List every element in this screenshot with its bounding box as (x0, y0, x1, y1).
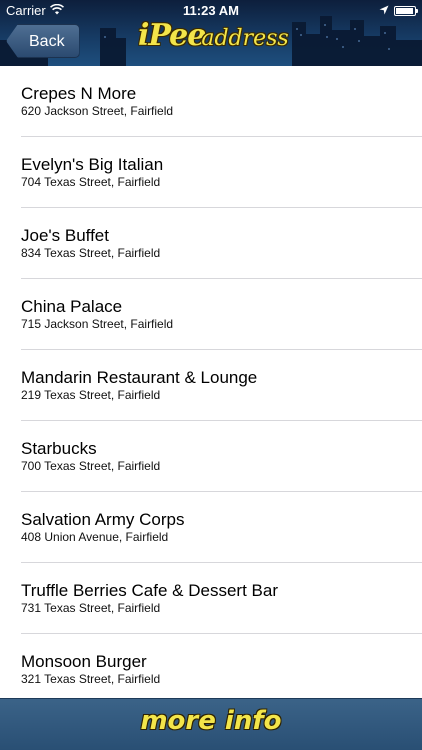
place-address: 620 Jackson Street, Fairfield (21, 104, 174, 118)
nav-header: Carrier 11:23 AM Back iPeeaddress (0, 0, 422, 66)
logo-main-text: iPee (138, 18, 206, 53)
place-name: Starbucks (21, 439, 97, 458)
place-name: Truffle Berries Cafe & Dessert Bar (21, 581, 278, 600)
place-name: Monsoon Burger (21, 652, 147, 671)
footer-bar: more info (0, 698, 422, 750)
back-button[interactable]: Back (6, 24, 80, 58)
place-name: Evelyn's Big Italian (21, 155, 164, 174)
screen: Carrier 11:23 AM Back iPeeaddress Crepes… (0, 0, 422, 750)
list-item[interactable]: Truffle Berries Cafe & Dessert Bar 731 T… (0, 563, 422, 634)
place-address: 408 Union Avenue, Fairfield (21, 530, 169, 544)
status-right-group (379, 3, 418, 18)
place-address: 219 Texas Street, Fairfield (21, 388, 161, 402)
places-list: Crepes N More 620 Jackson Street, Fairfi… (0, 66, 422, 698)
logo-sub-text: address (201, 26, 289, 51)
list-item[interactable]: Crepes N More 620 Jackson Street, Fairfi… (0, 66, 422, 137)
list-item[interactable]: China Palace 715 Jackson Street, Fairfie… (0, 279, 422, 350)
location-arrow-icon (379, 3, 389, 18)
place-address: 715 Jackson Street, Fairfield (21, 317, 174, 331)
place-name: Salvation Army Corps (21, 510, 185, 529)
place-address: 700 Texas Street, Fairfield (21, 459, 161, 473)
place-name: China Palace (21, 297, 123, 316)
list-item[interactable]: Monsoon Burger 321 Texas Street, Fairfie… (0, 634, 422, 698)
app-logo: iPeeaddress (138, 18, 289, 53)
place-name: Joe's Buffet (21, 226, 109, 245)
status-time: 11:23 AM (183, 3, 239, 18)
place-name: Mandarin Restaurant & Lounge (21, 368, 258, 387)
more-info-button[interactable]: more info (140, 706, 281, 736)
place-address: 704 Texas Street, Fairfield (21, 175, 161, 189)
place-address: 834 Texas Street, Fairfield (21, 246, 161, 260)
place-address: 321 Texas Street, Fairfield (21, 672, 161, 686)
list-item[interactable]: Salvation Army Corps 408 Union Avenue, F… (0, 492, 422, 563)
list-item[interactable]: Joe's Buffet 834 Texas Street, Fairfield (0, 208, 422, 279)
list-item[interactable]: Starbucks 700 Texas Street, Fairfield (0, 421, 422, 492)
battery-icon (394, 5, 418, 16)
place-address: 731 Texas Street, Fairfield (21, 601, 161, 615)
list-item[interactable]: Mandarin Restaurant & Lounge 219 Texas S… (0, 350, 422, 421)
list-item[interactable]: Evelyn's Big Italian 704 Texas Street, F… (0, 137, 422, 208)
place-name: Crepes N More (21, 84, 137, 103)
